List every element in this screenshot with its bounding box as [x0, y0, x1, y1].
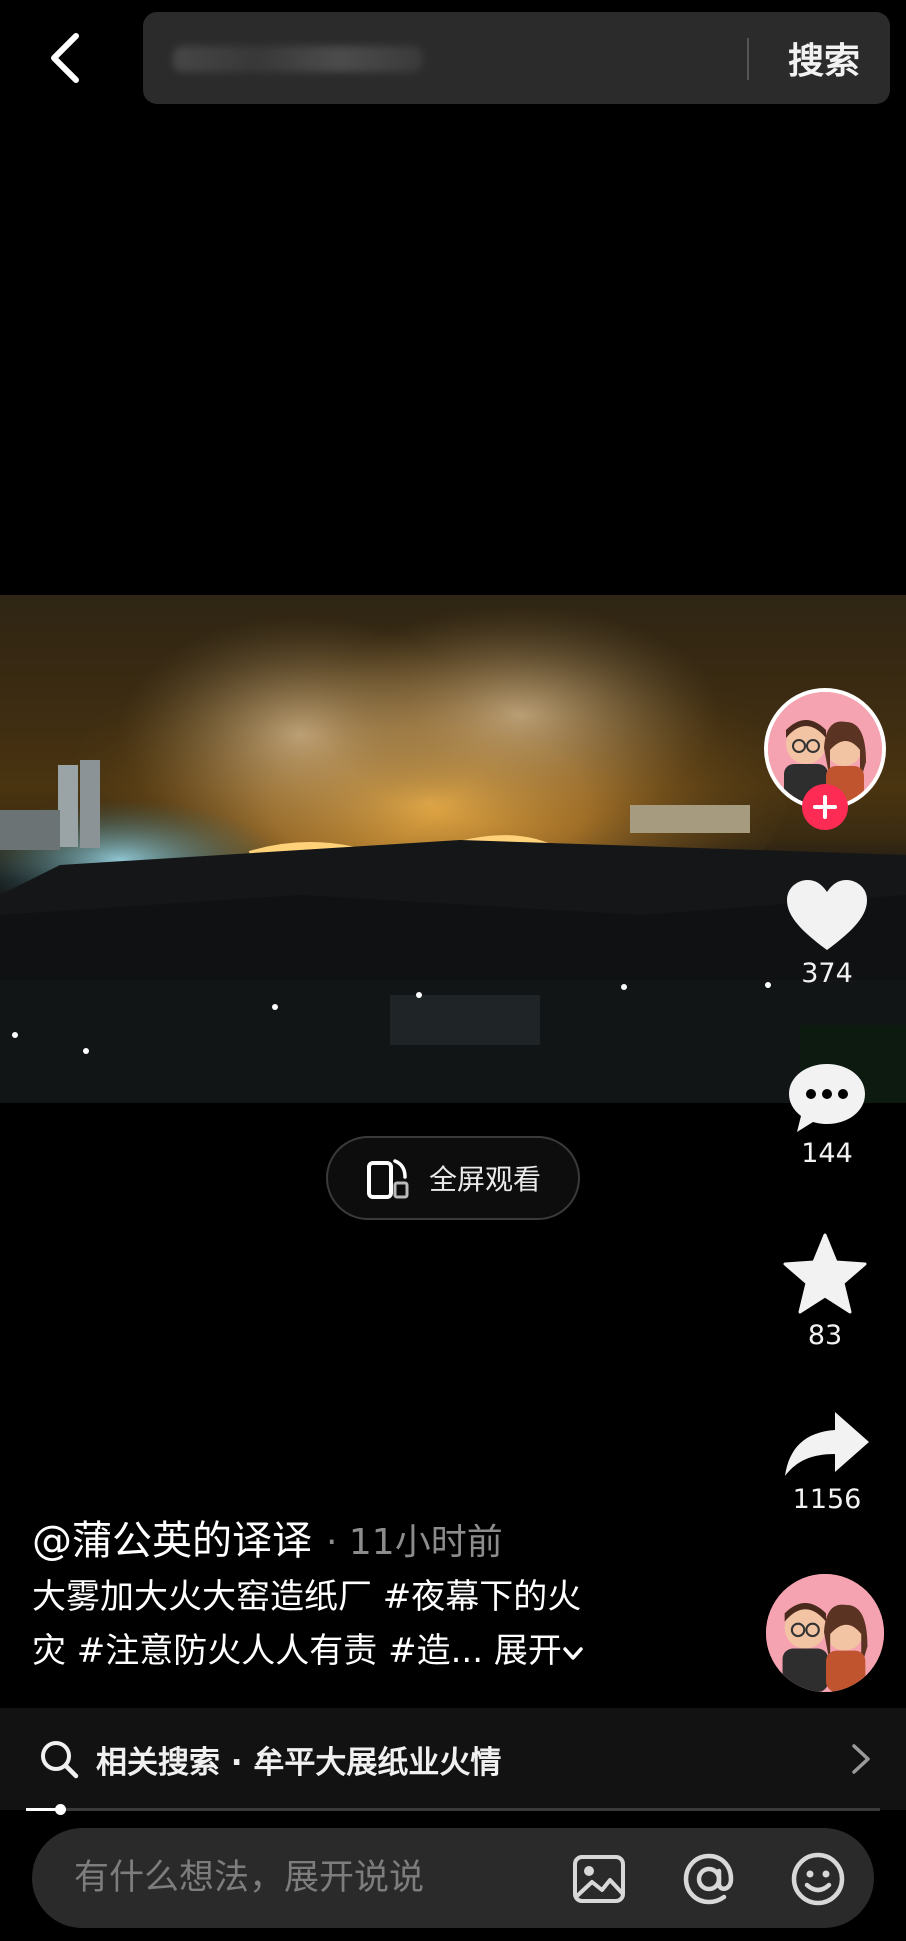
share-button[interactable]: 1156	[772, 1410, 882, 1515]
like-count: 374	[801, 958, 853, 989]
comment-bar	[32, 1828, 874, 1928]
heart-icon	[787, 880, 867, 950]
like-button[interactable]: 374	[772, 878, 882, 989]
author-row: @蒲公英的译译 · 11小时前	[32, 1508, 503, 1566]
search-submit-button[interactable]: 搜索	[758, 12, 890, 104]
search-bar[interactable]: 搜索	[143, 12, 890, 104]
star-icon	[783, 1233, 867, 1314]
rotate-phone-icon	[366, 1159, 409, 1199]
video-caption: 大雾加大火大窑造纸厂 #夜幕下的火 灾 #注意防火人人有责 #造... 展开	[32, 1570, 672, 1678]
couple-avatar-image	[766, 1574, 884, 1692]
caption-line-2-text: 灾 #注意防火人人有责 #造...	[32, 1631, 484, 1671]
expand-label: 展开	[493, 1631, 562, 1671]
back-button[interactable]	[40, 26, 92, 90]
search-query-obscured	[173, 46, 423, 72]
comment-input[interactable]	[72, 1828, 492, 1928]
image-icon	[573, 1855, 625, 1903]
emoji-button[interactable]	[789, 1850, 847, 1908]
post-time: · 11小时前	[326, 1522, 503, 1563]
share-count: 1156	[792, 1484, 862, 1515]
fullscreen-button[interactable]: 全屏观看	[326, 1136, 580, 1220]
favorite-button[interactable]: 83	[770, 1232, 880, 1351]
emoji-icon	[791, 1852, 845, 1906]
related-search-bar[interactable]: 相关搜索 · 牟平大展纸业火情	[0, 1708, 906, 1810]
fire-scene-image	[0, 605, 906, 1103]
caption-line-2: 灾 #注意防火人人有责 #造... 展开	[32, 1624, 672, 1678]
playback-scrubber-handle[interactable]	[55, 1804, 67, 1815]
image-button[interactable]	[570, 1850, 628, 1908]
comment-button[interactable]: 144	[772, 1060, 882, 1169]
fullscreen-label: 全屏观看	[428, 1163, 541, 1196]
search-icon	[41, 1741, 79, 1779]
mention-button[interactable]	[680, 1850, 738, 1908]
plus-icon	[813, 795, 837, 819]
share-arrow-icon	[785, 1412, 869, 1476]
chevron-left-icon	[51, 33, 79, 83]
video-frame[interactable]	[0, 595, 906, 1103]
chevron-right-icon	[852, 1744, 870, 1774]
follow-button[interactable]	[802, 784, 848, 830]
music-disc-avatar[interactable]	[766, 1574, 884, 1692]
author-name[interactable]: @蒲公英的译译	[32, 1508, 312, 1566]
favorite-count: 83	[807, 1320, 843, 1351]
caption-line-1: 大雾加大火大窑造纸厂 #夜幕下的火	[32, 1577, 582, 1617]
comment-count: 144	[801, 1138, 853, 1169]
chevron-down-icon	[563, 1647, 583, 1660]
at-icon	[683, 1853, 734, 1905]
playback-progress-track[interactable]	[26, 1808, 880, 1811]
expand-caption-button[interactable]: 展开	[494, 1631, 584, 1671]
related-search-text: 相关搜索 · 牟平大展纸业火情	[96, 1744, 502, 1781]
comment-bubble-icon	[789, 1064, 865, 1132]
search-divider	[747, 38, 749, 80]
